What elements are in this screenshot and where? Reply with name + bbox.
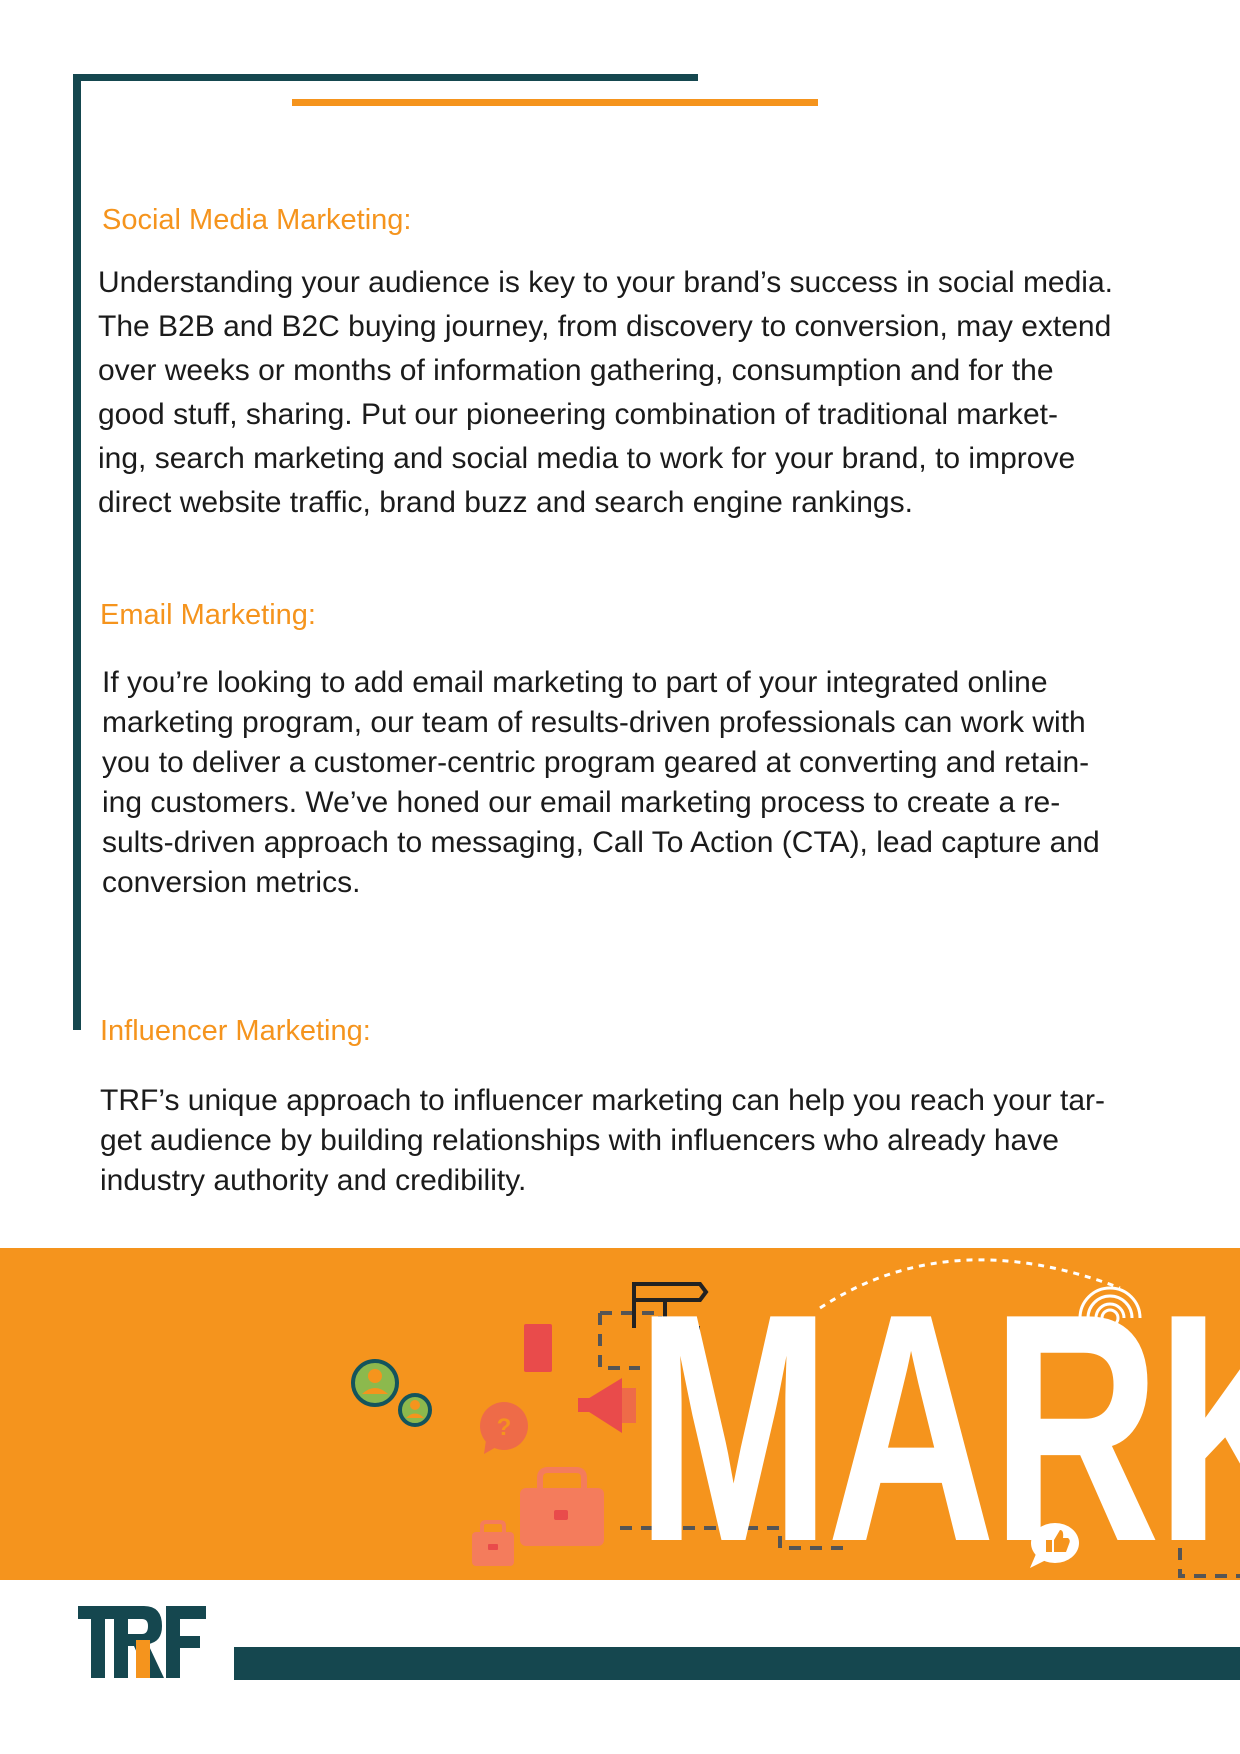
top-dark-rule xyxy=(73,74,698,81)
body-line: TRF’s unique approach to influencer mark… xyxy=(100,1084,1105,1117)
body-line: If you’re looking to add email marketing… xyxy=(102,666,1048,699)
body-line: The B2B and B2C buying journey, from dis… xyxy=(98,310,1112,343)
body-line: Understanding your audience is key to yo… xyxy=(98,266,1113,299)
body-line: ing, search marketing and social media t… xyxy=(98,442,1076,475)
mobile-phone-icon xyxy=(524,1324,552,1372)
section-heading-email: Email Marketing: xyxy=(100,599,316,631)
trf-logo-mark xyxy=(78,1606,206,1678)
body-line: get audience by building relationships w… xyxy=(100,1124,1059,1157)
body-line: conversion metrics. xyxy=(102,866,361,899)
top-orange-rule xyxy=(292,99,818,106)
left-vertical-rule xyxy=(73,74,81,1030)
section-heading-social-media: Social Media Marketing: xyxy=(102,204,412,236)
section-heading-influencer: Influencer Marketing: xyxy=(100,1015,371,1047)
section-body-social-media: Understanding your audience is key to yo… xyxy=(98,261,1158,525)
body-line: you to deliver a customer-centric progra… xyxy=(102,746,1090,779)
section-body-influencer: TRF’s unique approach to influencer mark… xyxy=(100,1081,1160,1201)
trf-logo xyxy=(78,1606,208,1678)
megaphone-icon xyxy=(578,1378,636,1433)
body-line: marketing program, our team of results-d… xyxy=(102,706,1086,739)
banner-word: MARK xyxy=(636,1248,1240,1580)
body-line: direct website traffic, brand buzz and s… xyxy=(98,486,913,519)
body-line: ing customers. We’ve honed our email mar… xyxy=(102,786,1061,819)
body-line: over weeks or months of information gath… xyxy=(98,354,1054,387)
footer-bar xyxy=(234,1647,1240,1680)
body-line: sults-driven approach to messaging, Call… xyxy=(102,826,1100,859)
marketing-banner: ? MARK xyxy=(0,1248,1240,1580)
users-icon xyxy=(351,1359,432,1427)
question-bubble-icon: ? xyxy=(480,1402,528,1454)
briefcase-icon xyxy=(472,1467,604,1566)
svg-text:?: ? xyxy=(497,1414,512,1441)
body-line: good stuff, sharing. Put our pioneering … xyxy=(98,398,1058,431)
body-line: industry authority and credibility. xyxy=(100,1164,527,1197)
section-body-email: If you’re looking to add email marketing… xyxy=(102,663,1162,903)
